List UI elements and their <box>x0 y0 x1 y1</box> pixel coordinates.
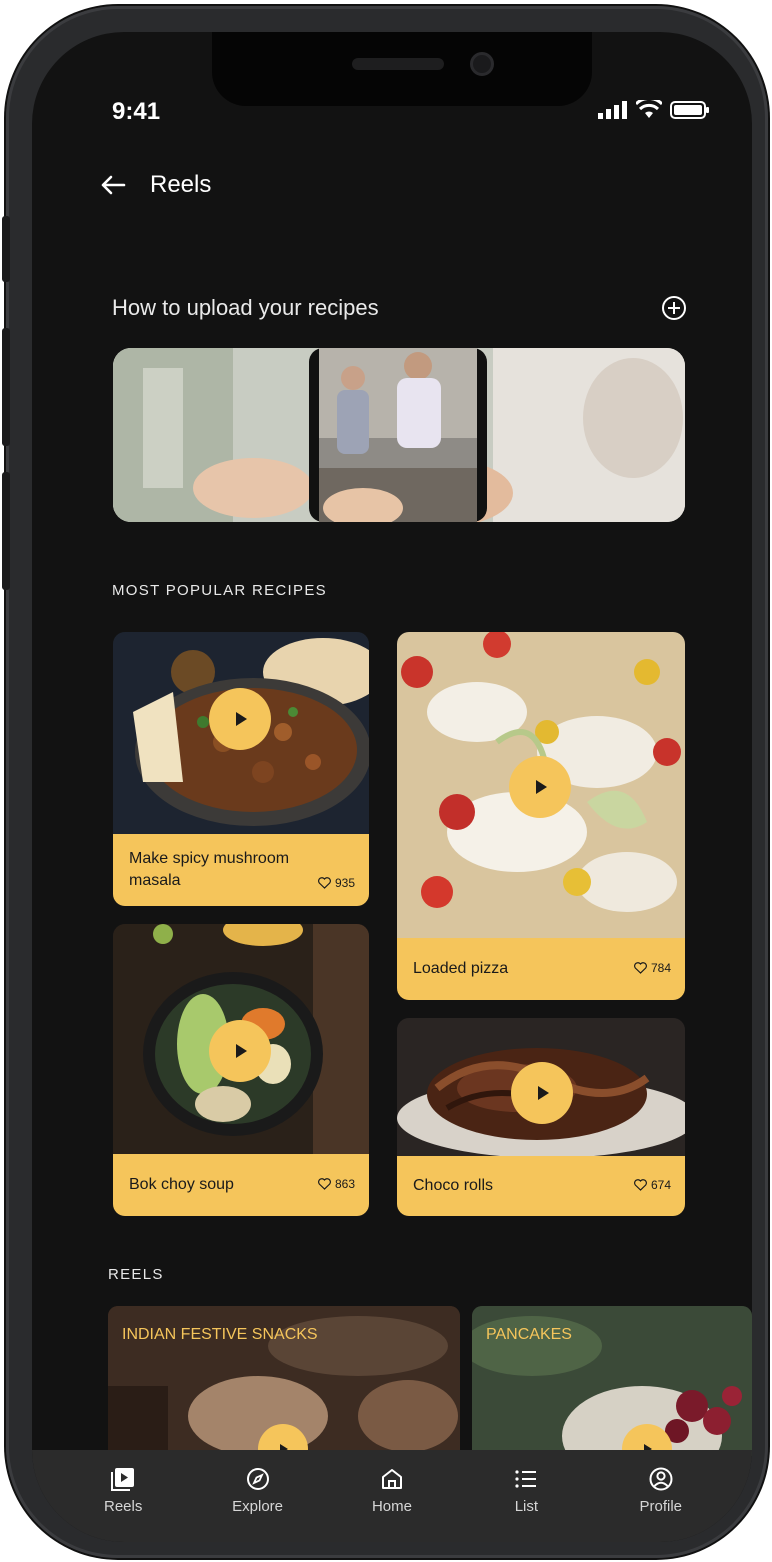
heart-icon <box>634 1179 647 1191</box>
battery-icon <box>670 101 709 119</box>
nav-item-profile[interactable]: Profile <box>616 1466 706 1515</box>
list-icon <box>515 1470 537 1488</box>
nav-item-home[interactable]: Home <box>347 1466 437 1515</box>
nav-label: List <box>514 1498 539 1515</box>
nav-item-reels[interactable]: Reels <box>78 1466 168 1515</box>
speaker <box>352 58 444 70</box>
volume-up-button <box>2 328 10 446</box>
status-time: 9:41 <box>112 98 161 125</box>
nav-label: Profile <box>639 1498 683 1515</box>
recipe-card[interactable]: Loaded pizza 784 <box>397 632 685 1000</box>
heart-icon <box>318 877 331 889</box>
header: Reels <box>98 170 211 200</box>
play-button[interactable] <box>509 756 571 818</box>
play-icon <box>538 1086 549 1100</box>
reel-label: INDIAN FESTIVE SNACKS <box>122 1326 318 1343</box>
front-camera <box>470 52 494 76</box>
upload-title: How to upload your recipes <box>112 295 379 320</box>
plus-circle-icon[interactable] <box>660 294 688 322</box>
nav-label: Reels <box>104 1498 143 1515</box>
nav-label: Home <box>371 1498 412 1515</box>
likes-value: 935 <box>334 876 355 890</box>
likes-value: 784 <box>650 961 671 975</box>
recipe-info-bar: Make spicy mushroom masala 935 <box>113 834 369 906</box>
likes-value: 674 <box>650 1178 671 1192</box>
likes-count: 674 <box>634 1178 671 1194</box>
play-button[interactable] <box>209 688 271 750</box>
wifi-icon <box>636 100 662 118</box>
arrow-left-icon[interactable] <box>98 170 128 200</box>
upload-section-header: How to upload your recipes <box>112 294 688 322</box>
recipe-name: Loaded pizza <box>413 960 509 977</box>
recipe-card[interactable]: Choco rolls 674 <box>397 1018 685 1216</box>
banner-illustration <box>113 348 685 522</box>
likes-count: 784 <box>634 961 671 977</box>
screen: 9:41 Reels How to upload your recipes MO… <box>32 32 752 1542</box>
heart-icon <box>634 962 647 974</box>
recipe-info-bar: Choco rolls 674 <box>397 1156 685 1216</box>
notch <box>212 32 592 106</box>
recipe-name: Choco rolls <box>413 1177 494 1194</box>
recipe-card[interactable]: Make spicy mushroom masala 935 <box>113 632 369 906</box>
compass-icon <box>246 1468 269 1490</box>
likes-count: 935 <box>318 876 355 892</box>
play-button[interactable] <box>209 1020 271 1082</box>
nav-item-explore[interactable]: Explore <box>213 1466 303 1515</box>
likes-count: 863 <box>318 1177 355 1193</box>
section-label-popular: MOST POPULAR RECIPES <box>112 582 327 599</box>
play-icon <box>236 712 247 726</box>
recipe-info-bar: Loaded pizza 784 <box>397 938 685 1000</box>
reel-card[interactable]: INDIAN FESTIVE SNACKS <box>108 1306 460 1456</box>
status-icons <box>598 100 710 120</box>
upload-tutorial-banner[interactable] <box>113 348 685 522</box>
recipe-name: Make spicy mushroom masala <box>129 850 290 889</box>
phone-frame: 9:41 Reels How to upload your recipes MO… <box>2 6 768 1558</box>
likes-value: 863 <box>334 1177 355 1191</box>
recipe-info-bar: Bok choy soup 863 <box>113 1154 369 1216</box>
nav-item-list[interactable]: List <box>481 1466 571 1515</box>
bottom-navigation: Reels Explore Home List Profile <box>32 1450 752 1542</box>
page-title: Reels <box>150 171 212 198</box>
home-icon <box>381 1469 402 1489</box>
mute-switch <box>2 216 10 282</box>
play-icon <box>236 1044 247 1058</box>
play-square-icon <box>111 1468 135 1491</box>
section-label-reels: REELS <box>108 1266 164 1283</box>
recipe-card[interactable]: Bok choy soup 863 <box>113 924 369 1216</box>
user-circle-icon <box>649 1467 673 1491</box>
volume-down-button <box>2 472 10 590</box>
play-icon <box>536 780 547 794</box>
reel-card[interactable]: PANCAKES <box>472 1306 752 1456</box>
nav-label: Explore <box>232 1498 283 1515</box>
signal-icon <box>598 101 627 119</box>
reel-label: PANCAKES <box>486 1326 572 1343</box>
heart-icon <box>318 1178 331 1190</box>
play-button[interactable] <box>511 1062 573 1124</box>
recipe-name: Bok choy soup <box>129 1176 234 1193</box>
